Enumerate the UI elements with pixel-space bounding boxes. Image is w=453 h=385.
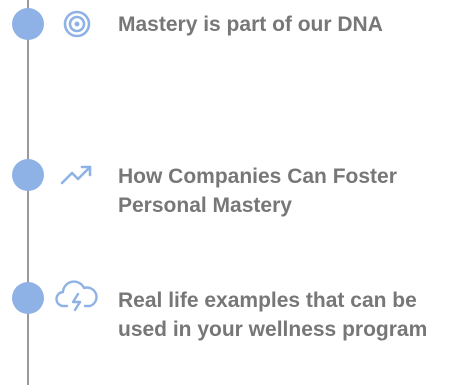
timeline-item-label: How Companies Can Foster Personal Master… bbox=[118, 165, 397, 217]
timeline-line bbox=[27, 0, 29, 385]
target-icon bbox=[54, 6, 100, 42]
cloud-lightning-icon bbox=[54, 278, 100, 314]
trending-up-icon bbox=[54, 157, 100, 193]
timeline-dot bbox=[12, 159, 44, 191]
timeline-item-label: Real life examples that can be used in y… bbox=[118, 289, 428, 341]
timeline-dot bbox=[12, 282, 44, 314]
timeline-item-label: Mastery is part of our DNA bbox=[118, 13, 383, 36]
timeline-dot bbox=[12, 8, 44, 40]
timeline: Mastery is part of our DNA How Companies… bbox=[0, 0, 453, 385]
